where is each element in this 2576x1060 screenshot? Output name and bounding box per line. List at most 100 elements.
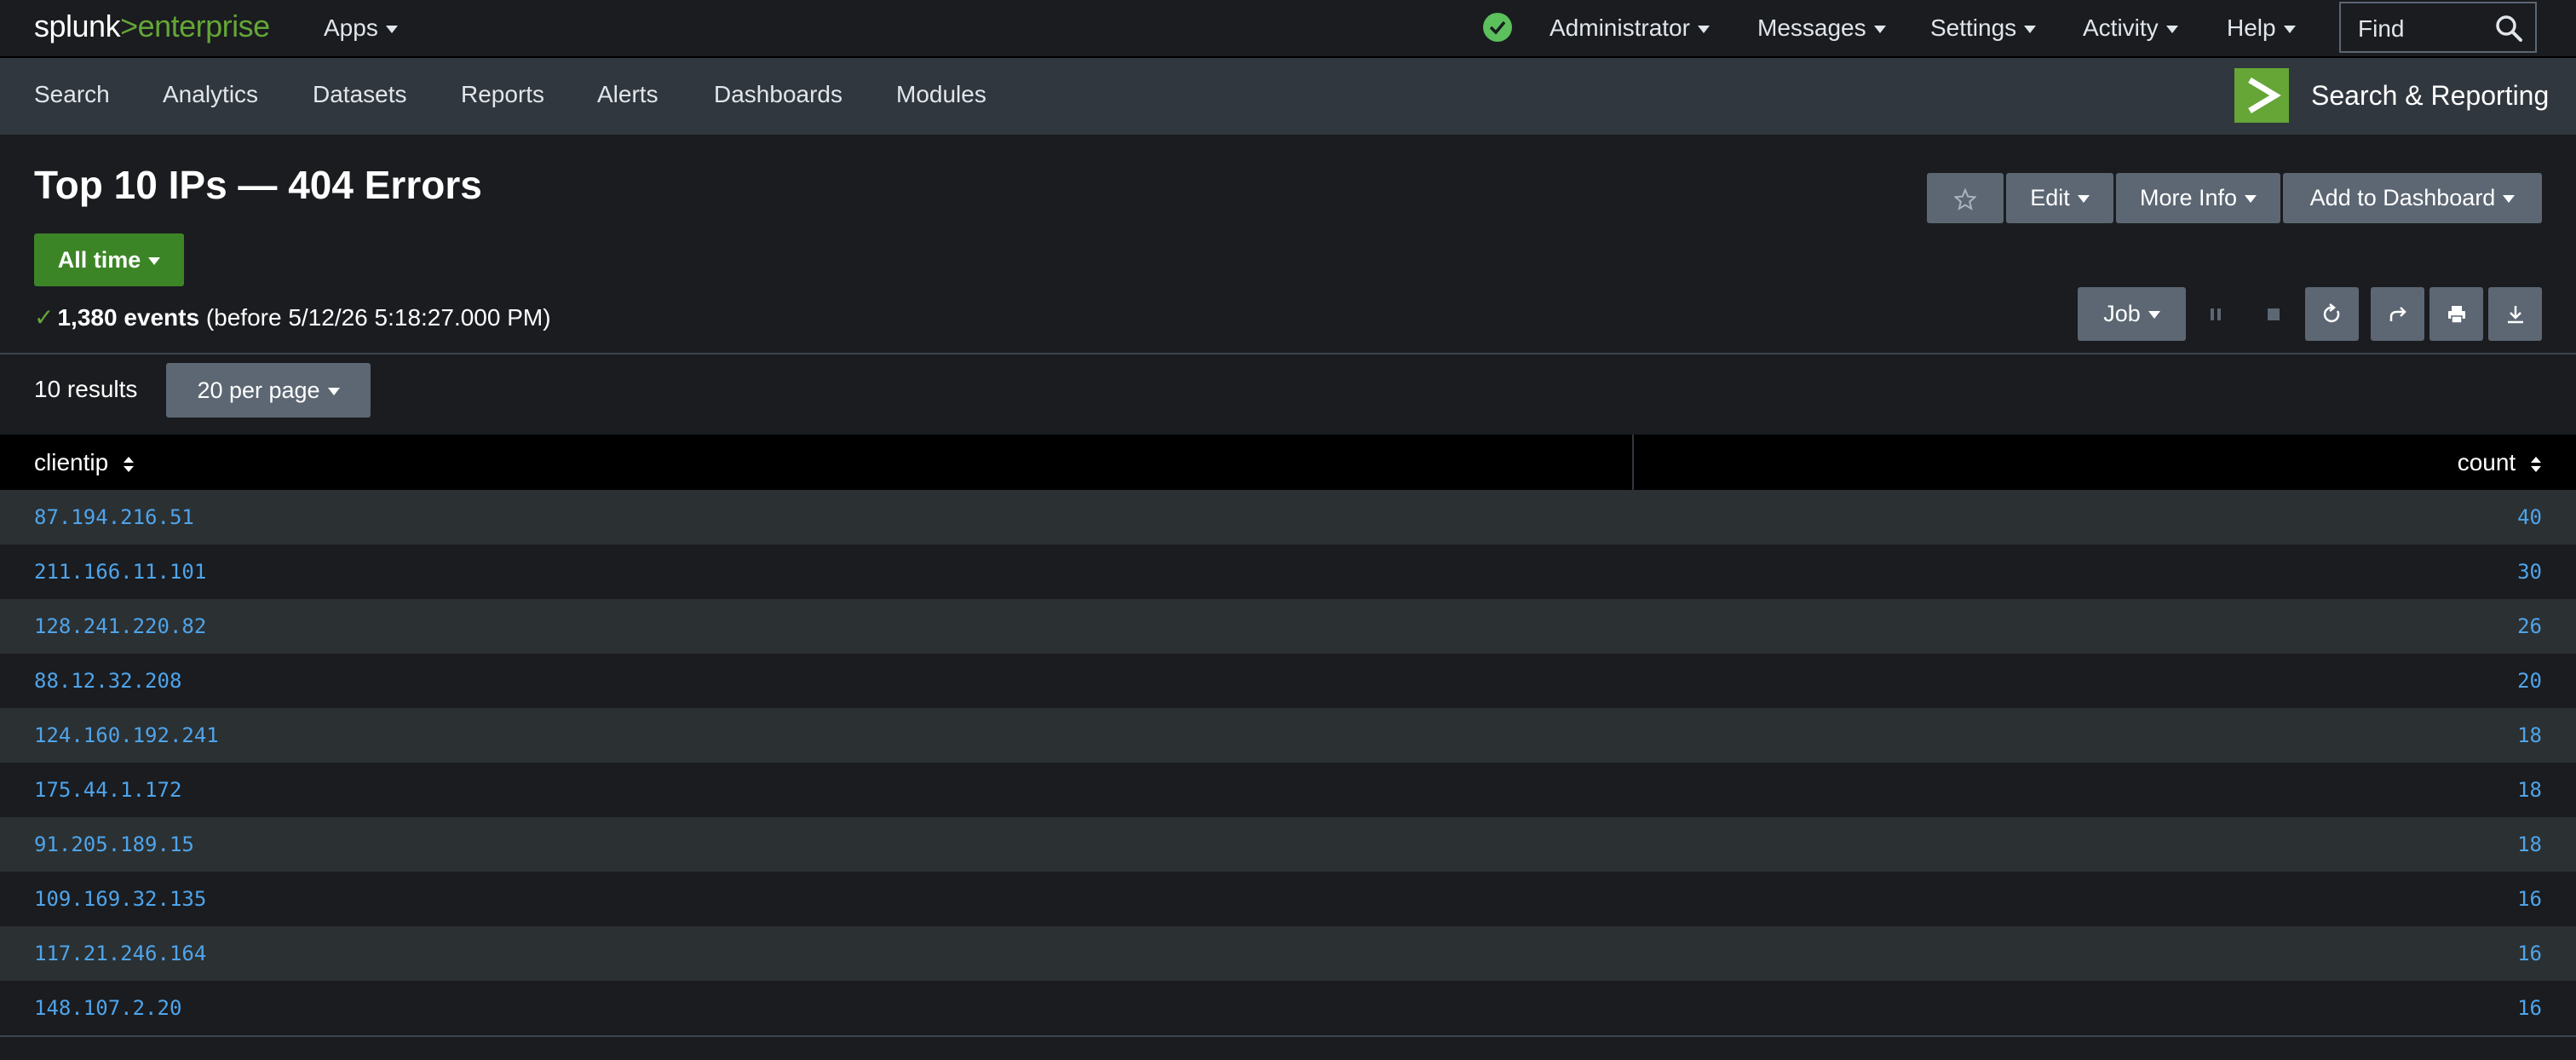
add-to-dashboard-button[interactable]: Add to Dashboard bbox=[2283, 173, 2542, 223]
column-resize-handle[interactable] bbox=[1632, 435, 1634, 490]
column-label: count bbox=[2457, 449, 2516, 475]
table-row: 117.21.246.164 16 bbox=[0, 926, 2576, 981]
section-divider bbox=[0, 353, 2576, 354]
sort-icon bbox=[2531, 456, 2541, 472]
app-title: Search & Reporting bbox=[2311, 80, 2550, 111]
help-menu[interactable]: Help bbox=[2227, 14, 2296, 42]
job-menu-button[interactable]: Job bbox=[2078, 287, 2186, 341]
reload-button[interactable] bbox=[2305, 287, 2359, 341]
clientip-cell[interactable]: 91.205.189.15 bbox=[34, 832, 194, 856]
settings-menu[interactable]: Settings bbox=[1930, 14, 2037, 42]
count-cell[interactable]: 16 bbox=[2517, 942, 2542, 965]
count-cell[interactable]: 40 bbox=[2517, 505, 2542, 529]
nav-alerts[interactable]: Alerts bbox=[597, 81, 658, 108]
table-row: 88.12.32.208 20 bbox=[0, 654, 2576, 708]
count-cell[interactable]: 16 bbox=[2517, 996, 2542, 1020]
app-logo-icon bbox=[2234, 68, 2289, 123]
column-label: clientip bbox=[34, 449, 109, 475]
nav-analytics[interactable]: Analytics bbox=[163, 81, 258, 108]
activity-menu[interactable]: Activity bbox=[2083, 14, 2178, 42]
sort-icon bbox=[123, 456, 134, 472]
nav-search[interactable]: Search bbox=[34, 81, 110, 108]
find-input[interactable] bbox=[2356, 14, 2487, 44]
table-row: 109.169.32.135 16 bbox=[0, 872, 2576, 926]
splunk-logo[interactable]: splunk>enterprise bbox=[34, 9, 270, 44]
user-menu[interactable]: Administrator bbox=[1550, 14, 1710, 42]
results-table-header: clientip count bbox=[0, 435, 2576, 490]
find-box[interactable] bbox=[2339, 2, 2537, 53]
user-label: Administrator bbox=[1550, 14, 1690, 41]
edit-button[interactable]: Edit bbox=[2006, 173, 2113, 223]
clientip-cell[interactable]: 88.12.32.208 bbox=[34, 669, 181, 693]
count-cell[interactable]: 16 bbox=[2517, 887, 2542, 911]
column-header-clientip[interactable]: clientip bbox=[34, 449, 135, 476]
clientip-cell[interactable]: 175.44.1.172 bbox=[34, 778, 181, 802]
chevron-down-icon bbox=[2283, 26, 2296, 34]
apps-menu[interactable]: Apps bbox=[324, 14, 398, 42]
results-count: 10 results bbox=[34, 376, 138, 402]
clientip-cell[interactable]: 117.21.246.164 bbox=[34, 942, 206, 965]
export-button[interactable] bbox=[2488, 287, 2542, 341]
events-time-range: (before 5/12/26 5:18:27.000 PM) bbox=[205, 304, 551, 331]
share-button[interactable] bbox=[2371, 287, 2424, 341]
stop-button[interactable] bbox=[2246, 287, 2300, 341]
nav-reports[interactable]: Reports bbox=[461, 81, 544, 108]
add-to-dashboard-label: Add to Dashboard bbox=[2309, 185, 2496, 210]
table-row: 124.160.192.241 18 bbox=[0, 708, 2576, 763]
per-page-dropdown[interactable]: 20 per page bbox=[166, 363, 371, 418]
clientip-cell[interactable]: 109.169.32.135 bbox=[34, 887, 206, 911]
top-bar: splunk>enterprise Apps Administrator Mes… bbox=[0, 0, 2576, 58]
events-count: 1,380 events bbox=[57, 304, 200, 331]
favorite-button[interactable] bbox=[1927, 173, 2004, 223]
table-row: 175.44.1.172 18 bbox=[0, 763, 2576, 817]
search-icon[interactable] bbox=[2494, 14, 2523, 43]
count-cell[interactable]: 18 bbox=[2517, 723, 2542, 747]
share-icon bbox=[2389, 307, 2406, 321]
help-label: Help bbox=[2227, 14, 2276, 41]
chevron-down-icon bbox=[2024, 26, 2037, 34]
messages-menu[interactable]: Messages bbox=[1757, 14, 1886, 42]
chevron-down-icon bbox=[1873, 26, 1886, 34]
page-title: Top 10 IPs — 404 Errors bbox=[34, 163, 482, 207]
events-summary: ✓ 1,380 events (before 5/12/26 5:18:27.00… bbox=[34, 303, 551, 331]
pause-icon bbox=[2211, 308, 2221, 320]
time-range-picker[interactable]: All time bbox=[34, 233, 184, 286]
chevron-down-icon bbox=[385, 26, 398, 34]
clientip-cell[interactable]: 211.166.11.101 bbox=[34, 560, 206, 584]
print-button[interactable] bbox=[2429, 287, 2483, 341]
chevron-down-icon bbox=[2245, 195, 2257, 204]
time-range-label: All time bbox=[57, 247, 141, 273]
table-row: 128.241.220.82 26 bbox=[0, 599, 2576, 654]
clientip-cell[interactable]: 148.107.2.20 bbox=[34, 996, 181, 1020]
table-row: 91.205.189.15 18 bbox=[0, 817, 2576, 872]
health-status-icon[interactable] bbox=[1483, 13, 1512, 42]
clientip-cell[interactable]: 87.194.216.51 bbox=[34, 505, 194, 529]
download-icon bbox=[2508, 306, 2523, 324]
count-cell[interactable]: 18 bbox=[2517, 778, 2542, 802]
nav-datasets[interactable]: Datasets bbox=[313, 81, 407, 108]
column-header-count[interactable]: count bbox=[2458, 449, 2542, 476]
count-cell[interactable]: 20 bbox=[2517, 669, 2542, 693]
more-info-button[interactable]: More Info bbox=[2116, 173, 2280, 223]
pause-button[interactable] bbox=[2188, 287, 2242, 341]
chevron-down-icon bbox=[2148, 311, 2160, 320]
chevron-down-icon bbox=[148, 257, 161, 266]
nav-modules[interactable]: Modules bbox=[896, 81, 986, 108]
clientip-cell[interactable]: 124.160.192.241 bbox=[34, 723, 219, 747]
clientip-cell[interactable]: 128.241.220.82 bbox=[34, 614, 206, 638]
job-label: Job bbox=[2103, 301, 2141, 326]
messages-label: Messages bbox=[1757, 14, 1866, 41]
table-bottom-border bbox=[0, 1035, 2576, 1037]
edit-label: Edit bbox=[2030, 185, 2070, 210]
chevron-down-icon bbox=[2165, 26, 2178, 34]
count-cell[interactable]: 26 bbox=[2517, 614, 2542, 638]
table-row: 211.166.11.101 30 bbox=[0, 544, 2576, 599]
activity-label: Activity bbox=[2083, 14, 2159, 41]
check-icon: ✓ bbox=[34, 304, 55, 331]
logo-suffix: enterprise bbox=[137, 9, 271, 43]
stop-icon bbox=[2268, 308, 2280, 320]
count-cell[interactable]: 18 bbox=[2517, 832, 2542, 856]
chevron-down-icon bbox=[327, 388, 340, 396]
count-cell[interactable]: 30 bbox=[2517, 560, 2542, 584]
nav-dashboards[interactable]: Dashboards bbox=[714, 81, 842, 108]
